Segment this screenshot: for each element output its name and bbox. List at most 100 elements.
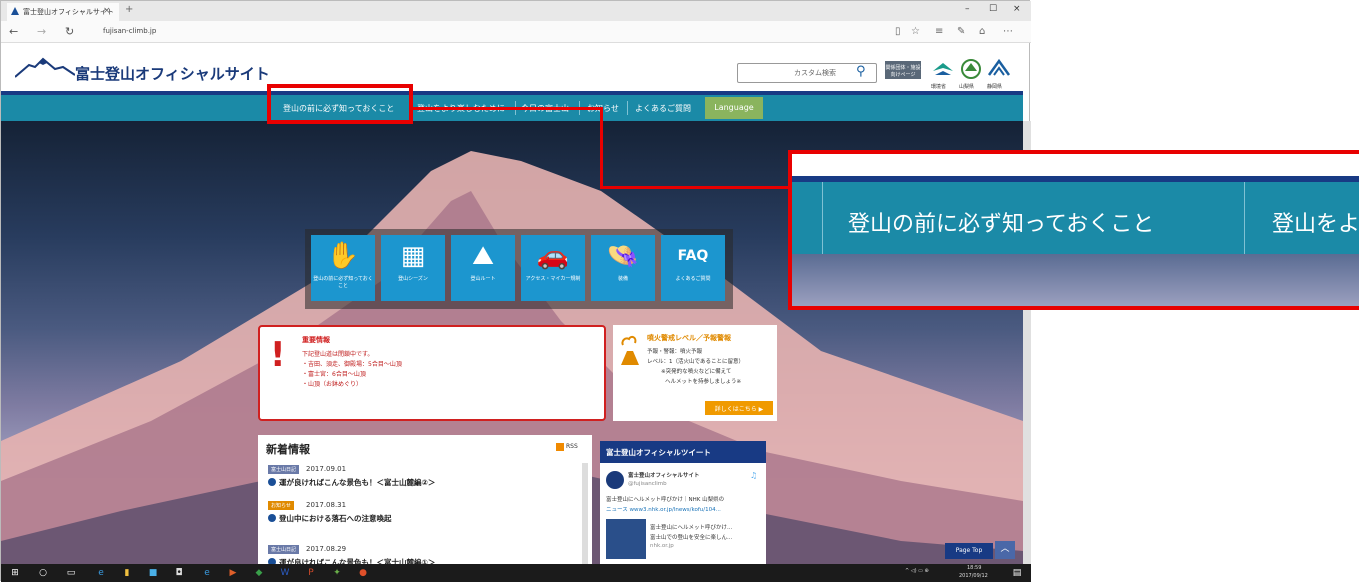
close-window-button[interactable]: ×: [1013, 4, 1021, 14]
chevron-up-icon[interactable]: ︿: [995, 541, 1015, 559]
quick-link-before-climbing[interactable]: ✋ 登山の前に必ず知っておくこと: [311, 235, 375, 301]
tweet-account-name[interactable]: 富士登山オフィシャルサイト: [628, 471, 699, 479]
pref-label: 山梨県: [959, 84, 975, 90]
bullet-icon: [268, 514, 276, 522]
quick-link-label: アクセス・マイカー規制: [525, 276, 581, 282]
store-icon[interactable]: ◘: [173, 567, 185, 579]
powerpoint-icon[interactable]: P: [305, 567, 317, 579]
fuji-logo-icon[interactable]: [15, 57, 75, 79]
refresh-icon[interactable]: ↻: [65, 25, 74, 38]
task-view-icon[interactable]: ▭: [65, 567, 77, 579]
ministry-logo-icon[interactable]: 環境省: [931, 57, 955, 90]
highlight-box: [267, 84, 413, 124]
chrome-icon[interactable]: ●: [357, 567, 369, 579]
web-note-icon[interactable]: ✎: [957, 26, 965, 37]
cortana-icon[interactable]: ○: [37, 567, 49, 579]
shizuoka-logo-icon[interactable]: 静岡県: [987, 57, 1011, 90]
browser-tab[interactable]: 富士登山オフィシャルサイト ×: [7, 3, 119, 21]
volcano-line: ※突発的な噴火などに備えて: [661, 369, 732, 375]
tab-title: 富士登山オフィシャルサイト: [23, 8, 114, 16]
edge-icon[interactable]: e: [201, 567, 213, 579]
tab-bar: 富士登山オフィシャルサイト × + – ☐ ×: [1, 1, 1031, 21]
tab-close-icon[interactable]: ×: [103, 6, 111, 16]
windows-taskbar: ⊞ ○ ▭ e ▮ ■ ◘ e ▶ ◆ W P ✦ ● ^ ◁) ▭ ⊕ 18:…: [1, 564, 1031, 582]
volcano-details-button[interactable]: 詳しくはこちら ▶: [705, 401, 773, 415]
new-tab-button[interactable]: +: [125, 4, 133, 15]
news-item-link[interactable]: 登山中における落石への注意喚起: [268, 513, 392, 524]
alert-line: 下記登山道は閉鎖中です。: [302, 351, 374, 358]
reading-view-icon[interactable]: ▯: [895, 26, 901, 37]
clock-date[interactable]: 2017/09/12: [959, 573, 988, 579]
app-icon[interactable]: ■: [147, 567, 159, 579]
edge-icon[interactable]: e: [95, 567, 107, 579]
quick-link-label: 装備: [617, 276, 628, 282]
search-input[interactable]: カスタム検索 ⚲: [737, 63, 877, 83]
minimize-button[interactable]: –: [965, 4, 970, 14]
zoom-nav-item-before-climbing: 登山の前に必ず知っておくこと: [848, 212, 1155, 237]
rss-link[interactable]: RSS: [566, 443, 578, 450]
nav-item-faq[interactable]: よくあるご質問: [635, 103, 691, 114]
quick-link-route[interactable]: ⛰ 登山ルート: [451, 235, 515, 301]
main-nav: 登山の前に必ず知っておくこと 登山をより楽しむために 今日の富士山 お知らせ よ…: [1, 91, 1023, 121]
search-icon[interactable]: ⚲: [856, 64, 866, 79]
tweet-handle[interactable]: @fujisanclimb: [628, 481, 667, 487]
tweet-card-image[interactable]: [606, 519, 646, 559]
quick-link-label: 登山の前に必ず知っておくこと: [313, 276, 373, 289]
callout-line: [600, 186, 790, 189]
address-bar: ← → ↻ fujisan-climb.jp ▯ ☆ ≡ ✎ ⌂ ⋯: [1, 21, 1031, 43]
folder-icon[interactable]: ▮: [121, 567, 133, 579]
app-icon[interactable]: ◆: [253, 567, 265, 579]
clock-time[interactable]: 18:59: [967, 565, 981, 571]
zoom-divider: [1244, 182, 1245, 254]
pref-label: 環境省: [931, 84, 947, 90]
forward-arrow-icon[interactable]: →: [37, 25, 46, 38]
account-avatar[interactable]: [606, 471, 624, 489]
tweet-card-title[interactable]: 富士登山にヘルメット呼びかけ...: [650, 523, 732, 531]
tweet-link[interactable]: ニュース www3.nhk.or.jp/lnews/kofu/104...: [606, 505, 721, 513]
news-heading: 新着情報: [266, 443, 310, 456]
hand-icon: ✋: [326, 241, 360, 271]
share-icon[interactable]: ⌂: [979, 26, 985, 37]
alert-line: ・富士宮：6合目〜山頂: [302, 371, 366, 378]
tweet-card-text: 富士山での登山を安全に楽しん...: [650, 535, 733, 541]
quick-link-label: よくあるご質問: [675, 276, 711, 282]
quick-link-faq[interactable]: FAQ よくあるご質問: [661, 235, 725, 301]
quick-link-season[interactable]: ▦ 登山シーズン: [381, 235, 445, 301]
word-icon[interactable]: W: [279, 567, 291, 579]
alert-title: 重要情報: [302, 336, 330, 344]
back-arrow-icon[interactable]: ←: [9, 25, 18, 38]
news-item-link[interactable]: 運が良ければこんな景色も！＜富士山麓編②＞: [268, 477, 435, 488]
volcano-icon: [621, 335, 639, 365]
hub-icon[interactable]: ≡: [935, 26, 943, 37]
tweet-heading: 富士登山オフィシャルツイート: [600, 441, 766, 463]
system-tray[interactable]: ^ ◁) ▭ ⊕: [905, 568, 929, 574]
news-panel: 新着情報 RSS 富士山日記 2017.09.01 運が良ければこんな景色も！＜…: [258, 435, 592, 582]
news-tag: 富士山日記: [268, 545, 300, 554]
language-button[interactable]: Language: [705, 97, 763, 119]
tweet-card-domain: nhk.or.jp: [650, 543, 674, 549]
rss-icon[interactable]: [556, 443, 564, 451]
news-date: 2017.08.29: [306, 545, 347, 553]
favorite-star-icon[interactable]: ☆: [911, 26, 920, 37]
maximize-button[interactable]: ☐: [989, 4, 997, 14]
equipment-icon: 👒: [606, 241, 640, 271]
zoom-hero-strip: [792, 254, 1359, 306]
site-title[interactable]: 富士登山オフィシャルサイト: [75, 63, 270, 84]
more-menu-icon[interactable]: ⋯: [1003, 26, 1013, 37]
alert-line: ・吉田、須走、御殿場：5合目〜山頂: [302, 361, 402, 368]
quick-link-equipment[interactable]: 👒 装備: [591, 235, 655, 301]
notification-icon[interactable]: ▤: [1011, 567, 1023, 579]
zoom-nav-item-enjoy-climbing: 登山をよ: [1272, 212, 1359, 237]
volcano-line: ヘルメットを持参しましょう※: [665, 379, 742, 385]
yamanashi-logo-icon[interactable]: 山梨県: [959, 57, 983, 90]
tweet-text: 富士登山にヘルメット呼びかけ｜NHK 山梨県の: [606, 497, 725, 503]
url-field[interactable]: fujisan-climb.jp: [103, 27, 156, 35]
app-icon[interactable]: ✦: [331, 567, 343, 579]
quick-link-access[interactable]: 🚗 アクセス・マイカー規制: [521, 235, 585, 301]
windows-start-icon[interactable]: ⊞: [9, 567, 21, 579]
page-top-button[interactable]: Page Top: [945, 543, 993, 559]
app-icon[interactable]: ▶: [227, 567, 239, 579]
search-placeholder: カスタム検索: [794, 69, 836, 77]
website-viewport: 富士登山オフィシャルサイト カスタム検索 ⚲ 関係団体・施設向けページ 環境省 …: [1, 43, 1031, 582]
partner-page-button[interactable]: 関係団体・施設向けページ: [885, 61, 921, 79]
